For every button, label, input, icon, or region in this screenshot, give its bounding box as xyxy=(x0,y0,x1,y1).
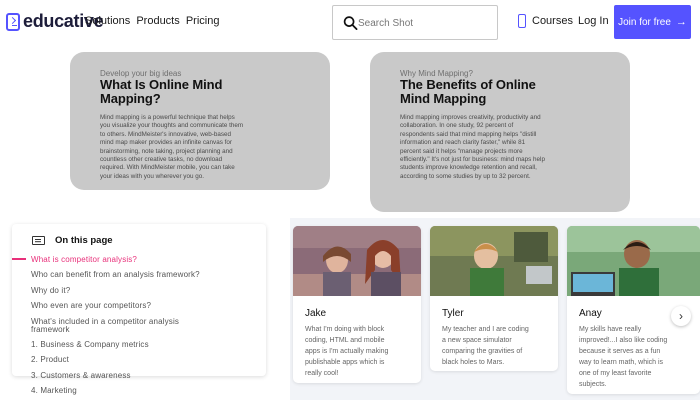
quote-line: publishable apps which is xyxy=(305,359,385,366)
testimonial-quote: My skills have really improved!...I also… xyxy=(579,324,667,390)
card-body-line: mind map maker provides an infinite canv… xyxy=(100,139,232,147)
list-icon xyxy=(32,236,45,245)
card-title: The Benefits of Online Mind Mapping xyxy=(400,78,600,106)
toc-item[interactable]: 2. Product xyxy=(31,355,69,365)
mobile-device-icon xyxy=(518,14,526,28)
nav-link-solutions[interactable]: Solutions xyxy=(85,15,130,27)
card-body-line: students improve knowledge retention and… xyxy=(400,164,537,172)
card-body-line: countless other creative tasks, no downl… xyxy=(100,156,223,164)
quote-line: What I'm doing with block xyxy=(305,326,385,333)
card-title-line: Mapping? xyxy=(100,91,161,106)
quote-line: a new space simulator xyxy=(442,337,512,344)
info-card-what-is: Develop your big ideas What Is Online Mi… xyxy=(70,52,330,190)
search-bar[interactable] xyxy=(332,5,498,40)
nav-link-products[interactable]: Products xyxy=(136,15,179,27)
card-body-line: information and reach clarity faster," w… xyxy=(400,139,526,147)
chevron-right-icon: › xyxy=(679,309,683,323)
card-body: Mind mapping improves creativity, produc… xyxy=(400,114,600,181)
nav-link-pricing[interactable]: Pricing xyxy=(186,15,220,27)
student-photo-tyler xyxy=(430,226,558,296)
testimonial-quote: My teacher and I are coding a new space … xyxy=(442,324,529,368)
card-body-line: your ideas with you wherever you go. xyxy=(100,172,204,180)
toc-item[interactable]: Why do it? xyxy=(31,286,70,296)
carousel-next-button[interactable]: › xyxy=(671,306,691,326)
logo-icon xyxy=(6,12,20,31)
quote-line: comparing the gravities of xyxy=(442,348,523,355)
student-photo-jake xyxy=(293,226,421,296)
quote-line: coding, HTML and mobile xyxy=(305,337,385,344)
testimonial-name: Anay xyxy=(579,308,602,319)
card-body-line: brainstorming, note taking, project plan… xyxy=(100,147,233,155)
info-card-benefits: Why Mind Mapping? The Benefits of Online… xyxy=(370,52,630,212)
card-body-line: required. With MindMeister mobile, you c… xyxy=(100,164,235,172)
join-for-free-button[interactable]: Join for free → xyxy=(614,5,691,39)
student-photo-anay xyxy=(567,226,700,296)
toc-header: On this page xyxy=(32,235,113,246)
toc-item[interactable]: Who can benefit from an analysis framewo… xyxy=(31,270,200,280)
top-navbar: educative Solutions Products Pricing Cou… xyxy=(0,0,700,44)
testimonial-card-tyler[interactable]: Tyler My teacher and I are coding a new … xyxy=(430,226,558,371)
card-body-line: you visualize your thoughts and communic… xyxy=(100,122,244,130)
login-link[interactable]: Log In xyxy=(578,15,609,27)
card-body-line: percent said it helps "manage projects m… xyxy=(400,147,523,155)
card-body-line: Mind mapping is a powerful technique tha… xyxy=(100,114,235,121)
card-body-line: collaboration. In one study, 92 percent … xyxy=(400,122,514,130)
toc-active-indicator xyxy=(12,258,26,260)
card-title: What Is Online Mind Mapping? xyxy=(100,78,300,106)
card-body-line: to others. MindMeister's innovative, web… xyxy=(100,130,232,138)
toc-item[interactable]: 4. Marketing xyxy=(31,386,77,396)
toc-item[interactable]: 1. Business & Company metrics xyxy=(31,340,149,350)
testimonial-card-jake[interactable]: Jake What I'm doing with block coding, H… xyxy=(293,226,421,383)
card-body: Mind mapping is a powerful technique tha… xyxy=(100,114,300,181)
search-icon xyxy=(343,16,358,30)
testimonial-name: Jake xyxy=(305,308,327,319)
quote-line: apps is I'm actually making xyxy=(305,348,389,355)
courses-link[interactable]: Courses xyxy=(518,14,573,28)
quote-line: My skills have really xyxy=(579,326,642,333)
quote-line: black holes to Mars. xyxy=(442,359,505,366)
testimonial-quote: What I'm doing with block coding, HTML a… xyxy=(305,324,388,379)
quote-line: really cool! xyxy=(305,370,339,377)
toc-item[interactable]: 3. Customers & awareness xyxy=(31,371,131,381)
courses-label: Courses xyxy=(532,15,573,27)
testimonial-name: Tyler xyxy=(442,308,464,319)
join-label: Join for free xyxy=(618,16,671,28)
search-input[interactable] xyxy=(358,15,488,31)
card-body-line: efficiently." It's not just for business… xyxy=(400,156,545,164)
toc-item[interactable]: framework xyxy=(31,325,70,335)
quote-line: one of my least favorite xyxy=(579,370,652,377)
card-title-line: Mind Mapping xyxy=(400,91,487,106)
card-body-line: Mind mapping improves creativity, produc… xyxy=(400,114,541,121)
card-body-line: according to some studies by up to 32 pe… xyxy=(400,172,531,180)
quote-line: way to learn math, which is xyxy=(579,359,664,366)
quote-line: improved!...I also like coding xyxy=(579,337,668,344)
card-title-line: What Is Online Mind xyxy=(100,77,223,92)
primary-nav: Solutions Products Pricing xyxy=(85,15,222,27)
card-title-line: The Benefits of Online xyxy=(400,77,536,92)
arrow-right-icon: → xyxy=(675,16,687,28)
toc-item[interactable]: Who even are your competitors? xyxy=(31,301,151,311)
quote-line: because it serves as a fun xyxy=(579,348,661,355)
toc-title: On this page xyxy=(55,235,113,246)
on-this-page-panel: On this page xyxy=(12,224,266,376)
toc-item[interactable]: What is competitor analysis? xyxy=(31,255,137,265)
quote-line: My teacher and I are coding xyxy=(442,326,529,333)
quote-line: subjects. xyxy=(579,381,607,388)
card-body-line: respondents said that mind mapping helps… xyxy=(400,130,537,138)
